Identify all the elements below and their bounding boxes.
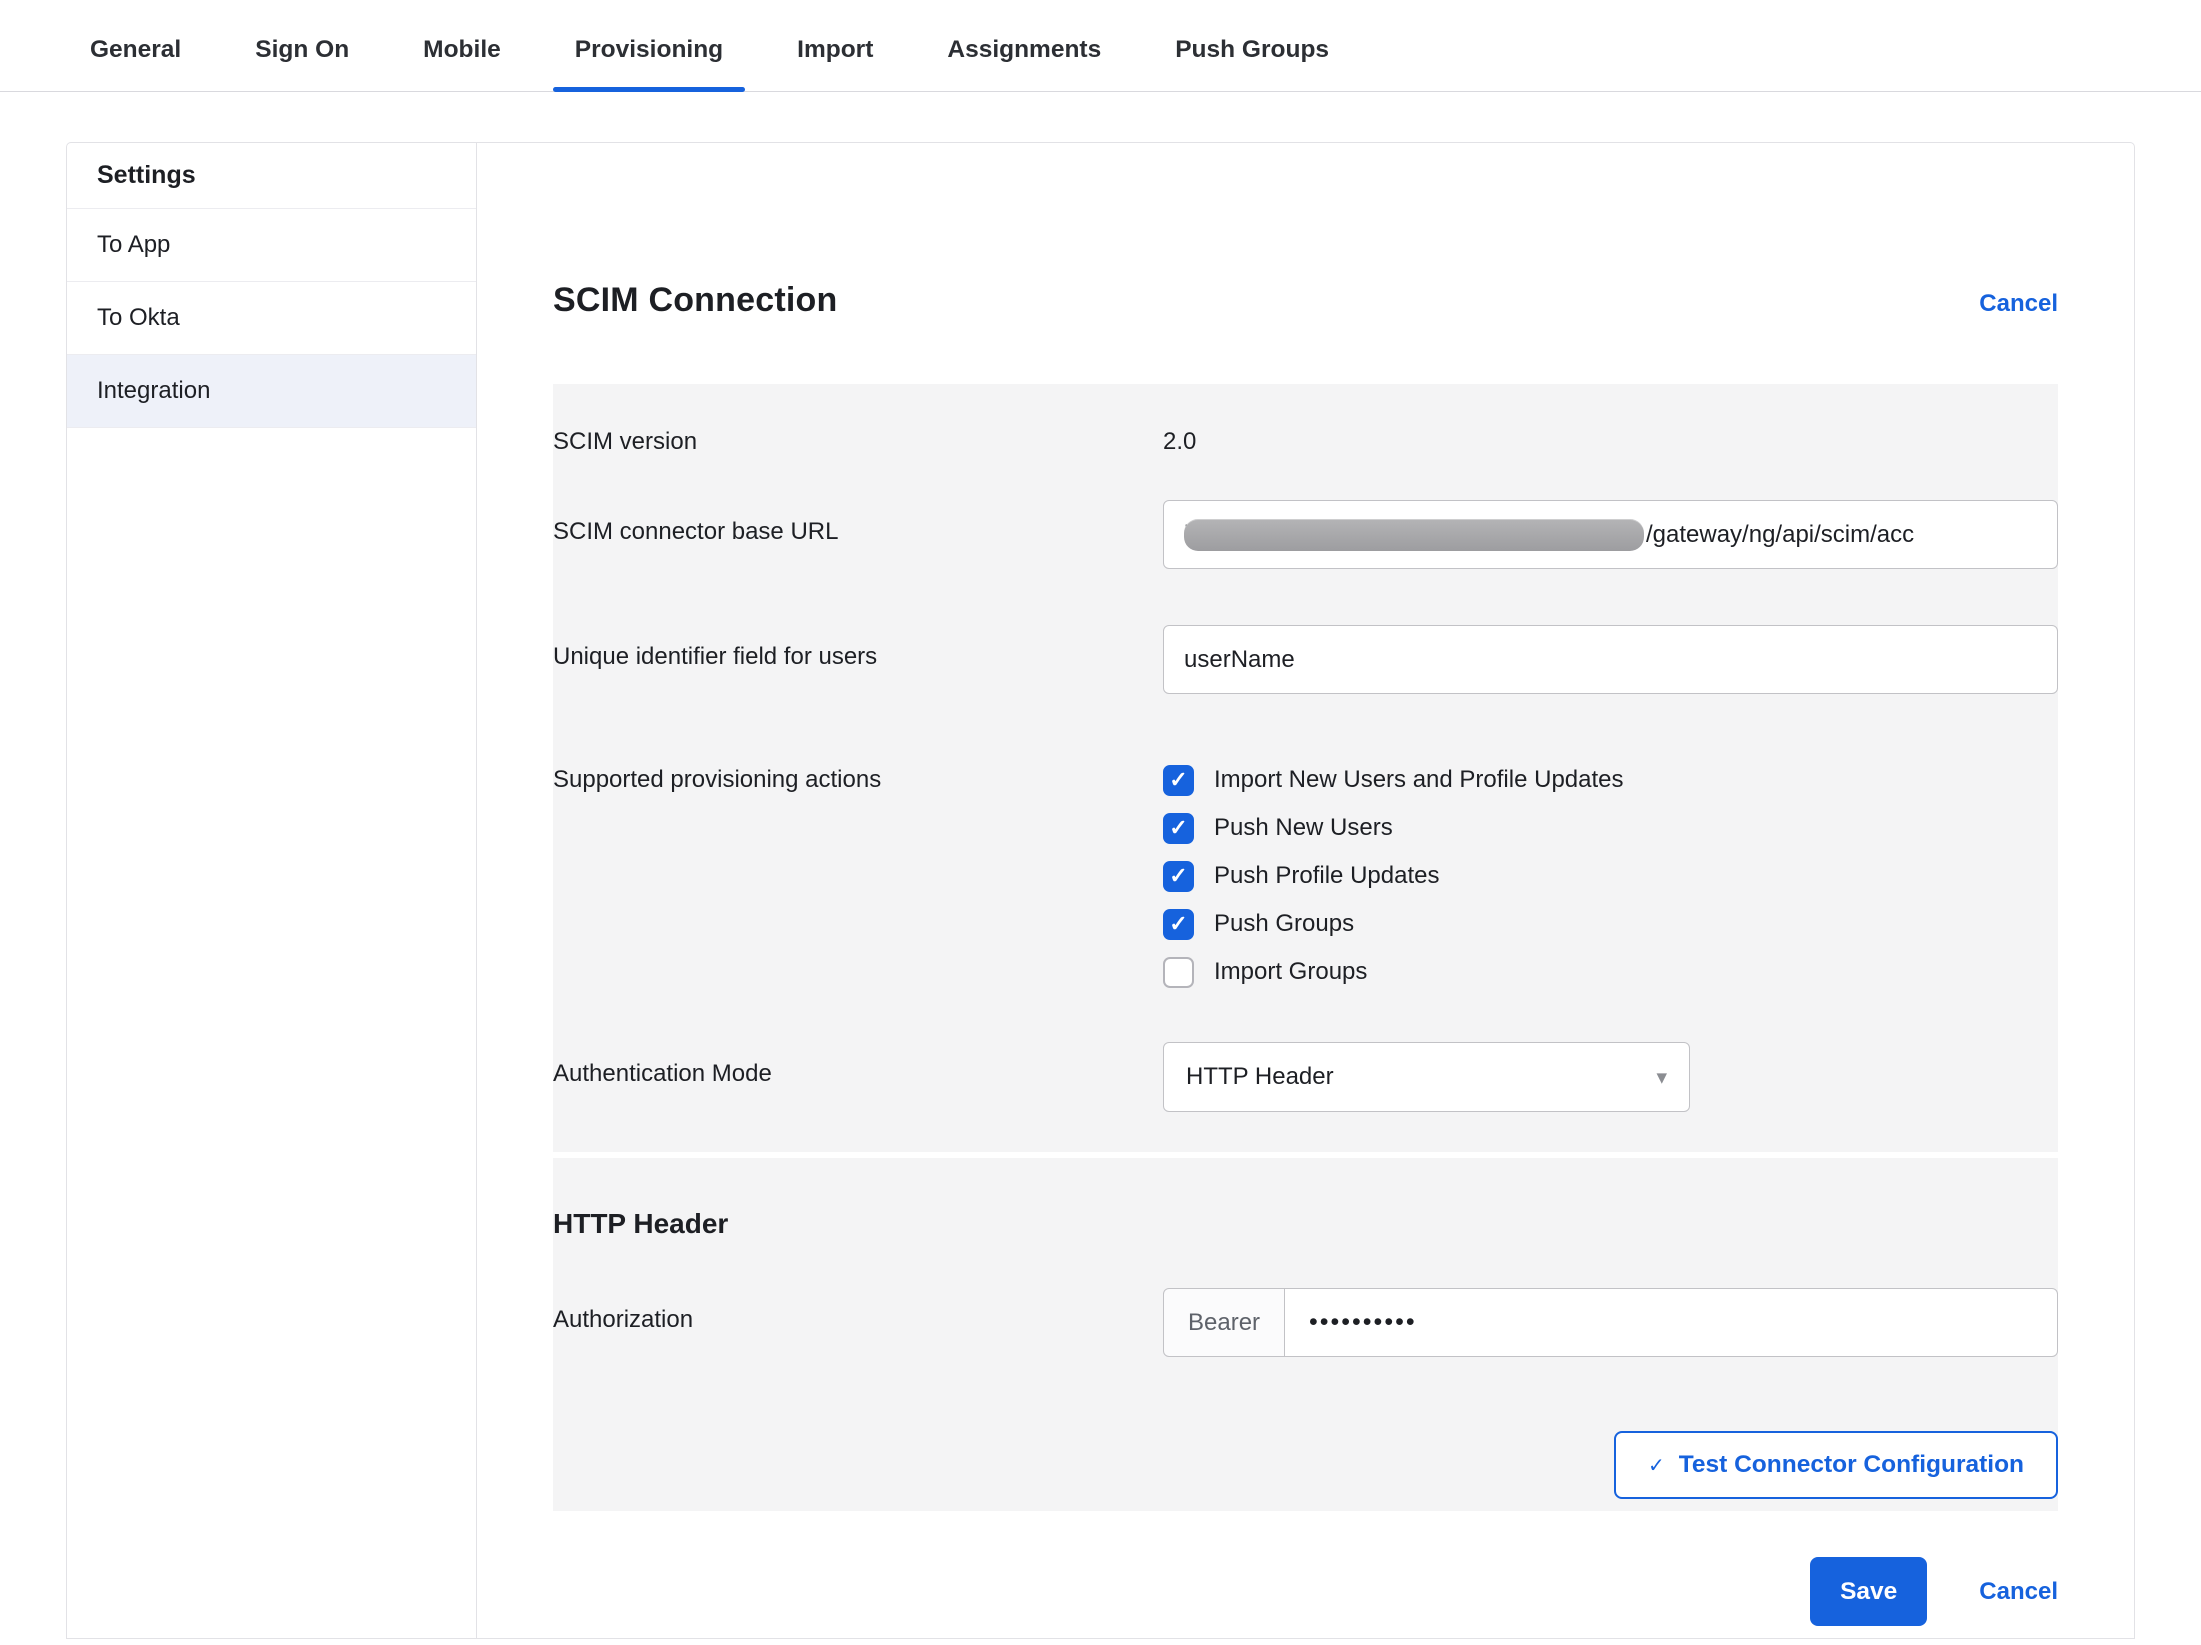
page-title: SCIM Connection xyxy=(553,281,837,320)
base-url-label: SCIM connector base URL xyxy=(553,500,1163,546)
scim-connection-main: SCIM Connection Cancel SCIM version 2.0 … xyxy=(477,143,2134,1638)
tab[interactable]: Import xyxy=(775,30,895,91)
auth-mode-select[interactable]: HTTP Header ▾ xyxy=(1163,1042,1690,1112)
tab[interactable]: Provisioning xyxy=(553,30,745,91)
test-connector-configuration-button[interactable]: ✓ Test Connector Configuration xyxy=(1614,1431,2058,1499)
provisioning-action-checkbox-row[interactable]: ✓ Import New Users and Profile Updates xyxy=(1163,756,2058,804)
scim-base-url-input[interactable]: https:// /gateway/ng/api/scim/acc xyxy=(1163,500,2058,569)
checkbox-icon[interactable]: ✓ xyxy=(1163,909,1194,940)
authorization-label: Authorization xyxy=(553,1288,1163,1334)
auth-mode-selected-value: HTTP Header xyxy=(1186,1063,1334,1091)
provisioning-actions-label: Supported provisioning actions xyxy=(553,756,1163,794)
provisioning-action-checkbox-row[interactable]: ✓ Import Groups xyxy=(1163,948,2058,996)
checkbox-label: Import New Users and Profile Updates xyxy=(1214,766,1624,794)
provisioning-card: Settings To AppTo OktaIntegration SCIM C… xyxy=(66,142,2135,1639)
auth-mode-label: Authentication Mode xyxy=(553,1042,1163,1088)
redacted-url-segment: https:// xyxy=(1184,516,1646,554)
checkbox-icon[interactable]: ✓ xyxy=(1163,861,1194,892)
checkbox-icon[interactable]: ✓ xyxy=(1163,813,1194,844)
http-header-section-title: HTTP Header xyxy=(553,1208,2058,1240)
scim-version-label: SCIM version xyxy=(553,410,1163,456)
scim-version-value: 2.0 xyxy=(1163,410,2058,456)
tab[interactable]: Assignments xyxy=(925,30,1123,91)
checkmark-icon: ✓ xyxy=(1648,1453,1665,1478)
checkbox-label: Push New Users xyxy=(1214,814,1393,842)
cancel-link-top[interactable]: Cancel xyxy=(1979,290,2058,318)
sidebar-title: Settings xyxy=(67,143,476,209)
provisioning-action-checkbox-row[interactable]: ✓ Push Groups xyxy=(1163,900,2058,948)
sidebar-items: To AppTo OktaIntegration xyxy=(67,209,476,428)
base-url-visible-suffix: /gateway/ng/api/scim/acc xyxy=(1646,521,1914,549)
form-footer: Save Cancel xyxy=(553,1557,2058,1626)
provisioning-action-checkbox-row[interactable]: ✓ Push Profile Updates xyxy=(1163,852,2058,900)
save-button[interactable]: Save xyxy=(1810,1557,1927,1626)
http-header-panel: HTTP Header Authorization Bearer ✓ Test … xyxy=(553,1158,2058,1511)
bearer-prefix: Bearer xyxy=(1163,1288,1285,1357)
provisioning-actions-list: ✓ Import New Users and Profile Updates ✓… xyxy=(1163,756,2058,996)
tab[interactable]: General xyxy=(68,30,203,91)
sidebar-item[interactable]: Integration xyxy=(67,355,476,428)
checkbox-icon[interactable]: ✓ xyxy=(1163,957,1194,988)
cancel-link-bottom[interactable]: Cancel xyxy=(1979,1578,2058,1606)
settings-sidebar: Settings To AppTo OktaIntegration xyxy=(67,143,477,1638)
checkbox-label: Push Profile Updates xyxy=(1214,862,1439,890)
scim-settings-panel: SCIM version 2.0 SCIM connector base URL… xyxy=(553,384,2058,1152)
tab[interactable]: Push Groups xyxy=(1153,30,1351,91)
tab[interactable]: Mobile xyxy=(401,30,523,91)
sidebar-item[interactable]: To Okta xyxy=(67,282,476,355)
checkbox-icon[interactable]: ✓ xyxy=(1163,765,1194,796)
bearer-token-input[interactable] xyxy=(1285,1288,2058,1357)
tab[interactable]: Sign On xyxy=(233,30,371,91)
unique-id-label: Unique identifier field for users xyxy=(553,625,1163,671)
chevron-down-icon: ▾ xyxy=(1656,1065,1667,1090)
checkbox-label: Import Groups xyxy=(1214,958,1367,986)
checkbox-label: Push Groups xyxy=(1214,910,1354,938)
provisioning-action-checkbox-row[interactable]: ✓ Push New Users xyxy=(1163,804,2058,852)
app-tab-bar: General Sign On Mobile Provisioning Import As… xyxy=(0,0,2201,92)
test-connector-label: Test Connector Configuration xyxy=(1679,1451,2024,1479)
sidebar-item[interactable]: To App xyxy=(67,209,476,282)
unique-id-input[interactable] xyxy=(1163,625,2058,694)
